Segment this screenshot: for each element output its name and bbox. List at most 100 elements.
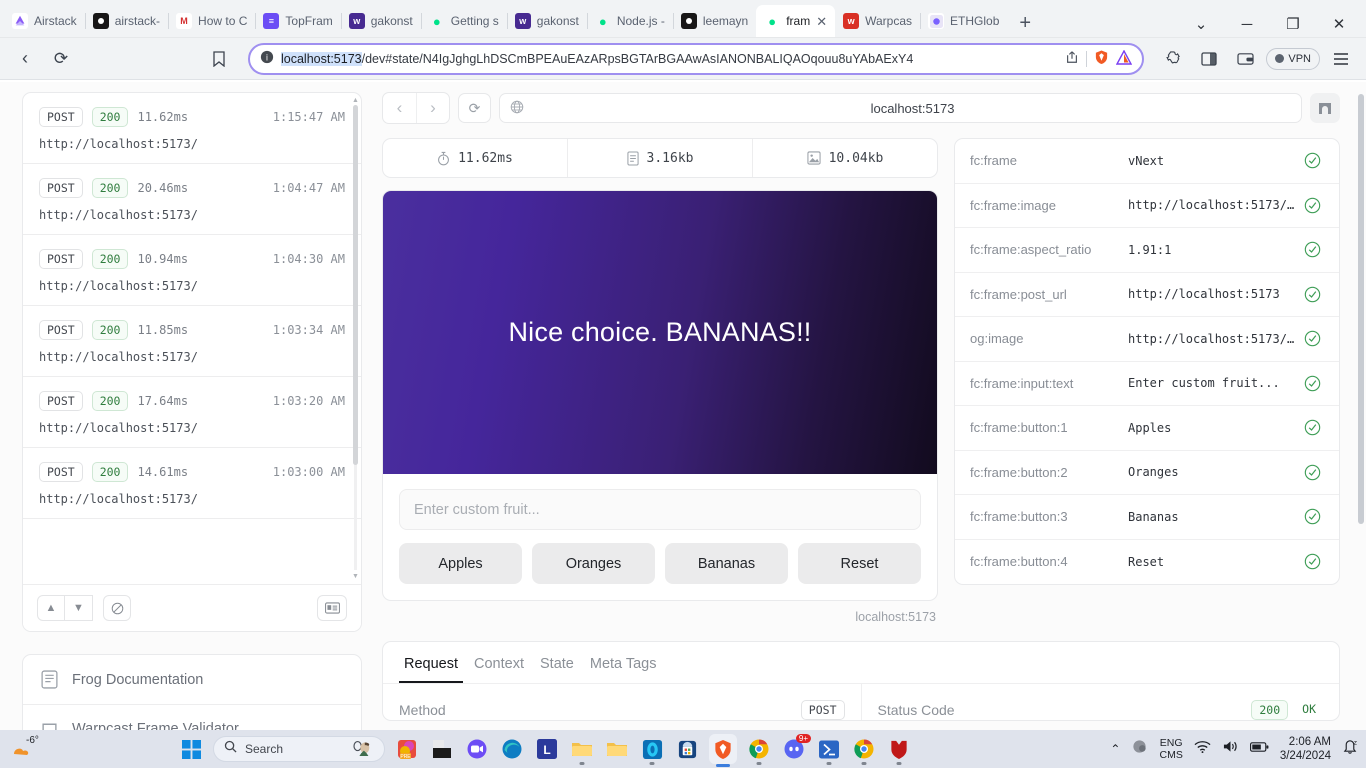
arch-icon[interactable] (1310, 93, 1340, 123)
weather-widget[interactable]: -6° (0, 735, 160, 762)
notification-icon[interactable]: z (1342, 738, 1358, 760)
frame-button-bananas[interactable]: Bananas (665, 543, 788, 584)
frame-reload-button[interactable]: ⟳ (458, 93, 491, 123)
browser-tab[interactable]: w gakonst (340, 5, 421, 37)
browser-tab[interactable]: leemayn (672, 5, 756, 37)
brave-icon[interactable] (709, 734, 737, 767)
request-row[interactable]: POST 200 17.64ms 1:03:20 AM http://local… (23, 377, 361, 448)
copilot-icon[interactable] (352, 738, 374, 761)
browser-tab-active[interactable]: ● fram ✕ (756, 5, 836, 37)
wallet-icon[interactable] (1230, 45, 1260, 73)
address-bar[interactable]: i localhost:5173/dev#state/N4IgJghgLhDSC… (248, 42, 1145, 75)
windows-start-icon[interactable] (178, 736, 204, 762)
tab-state[interactable]: State (535, 656, 579, 683)
language-indicator[interactable]: ENG CMS (1159, 737, 1182, 761)
brave-triangle-icon[interactable] (1116, 49, 1133, 68)
frame-button-reset[interactable]: Reset (798, 543, 921, 584)
tray-overflow-icon[interactable] (1131, 738, 1148, 760)
browser-tab[interactable]: ≡ TopFram (255, 5, 340, 37)
terminal-icon[interactable] (639, 736, 665, 765)
tray-chevron-icon[interactable]: ⌃ (1110, 742, 1120, 756)
search-input[interactable]: Search (213, 736, 385, 762)
meta-value: http://localhost:5173/i… (1128, 198, 1298, 213)
tab-search-icon[interactable]: ⌄ (1178, 15, 1224, 33)
sidebar-icon[interactable] (1194, 45, 1224, 73)
browser-tab[interactable]: airstack- (84, 5, 168, 37)
store-icon[interactable] (674, 736, 700, 762)
request-row[interactable]: POST 200 11.62ms 1:15:47 AM http://local… (23, 93, 361, 164)
request-nav-buttons: ▲ ▼ (37, 595, 93, 621)
link-warpcast-frame-validator[interactable]: Warpcast Frame Validator (23, 705, 361, 730)
clock[interactable]: 2:06 AM 3/24/2024 (1280, 735, 1331, 764)
request-list-scrollbar[interactable]: ▲ ▼ (352, 97, 359, 580)
minimize-button[interactable]: ─ (1224, 16, 1270, 33)
page-scrollbar[interactable] (1356, 82, 1366, 730)
adobe-icon[interactable] (429, 736, 455, 762)
clear-icon[interactable] (103, 595, 131, 621)
metric-value: 3.16kb (646, 150, 694, 166)
tab-meta-tags[interactable]: Meta Tags (585, 656, 662, 683)
maximize-button[interactable]: ❐ (1270, 15, 1316, 33)
browser-tab[interactable]: w gakonst (506, 5, 587, 37)
lastpass-icon[interactable]: L (534, 736, 560, 762)
frame-button-oranges[interactable]: Oranges (532, 543, 655, 584)
hamburger-icon[interactable] (1326, 45, 1356, 73)
edge-icon[interactable] (499, 736, 525, 762)
back-button[interactable]: ‹ (10, 45, 40, 73)
frame-button-apples[interactable]: Apples (399, 543, 522, 584)
request-row[interactable]: POST 200 14.61ms 1:03:00 AM http://local… (23, 448, 361, 519)
bookmark-icon[interactable] (204, 45, 234, 73)
share-icon[interactable] (1065, 50, 1079, 67)
meta-key: og:image (970, 331, 1024, 347)
zoom-icon[interactable] (464, 736, 490, 762)
request-row[interactable]: POST 200 10.94ms 1:04:30 AM http://local… (23, 235, 361, 306)
tab-context[interactable]: Context (469, 656, 529, 683)
details-panel-icon[interactable] (317, 595, 347, 621)
discord-icon[interactable]: 9+ (781, 734, 811, 762)
folder-icon[interactable] (569, 736, 595, 765)
scroll-up-arrow-icon[interactable]: ▲ (352, 97, 359, 104)
volume-icon[interactable] (1222, 739, 1239, 759)
request-list[interactable]: POST 200 11.62ms 1:15:47 AM http://local… (23, 93, 361, 584)
battery-icon[interactable] (1249, 740, 1269, 758)
close-button[interactable]: ✕ (1316, 15, 1362, 33)
scroll-down-arrow-icon[interactable]: ▼ (352, 573, 359, 580)
extensions-button[interactable] (1158, 45, 1188, 73)
wifi-icon[interactable] (1194, 740, 1211, 759)
site-info-icon[interactable]: i (260, 50, 274, 67)
frame-url-bar[interactable]: localhost:5173 (499, 93, 1302, 123)
browser-tab[interactable]: w Warpcas (835, 5, 920, 37)
frame-forward-button[interactable]: › (416, 93, 449, 123)
powerpoint-icon[interactable]: PRE (394, 736, 420, 762)
close-icon[interactable]: ✕ (816, 15, 827, 28)
browser-tab[interactable]: ● Node.js - (586, 5, 673, 37)
tab-request[interactable]: Request (399, 656, 464, 683)
explorer-icon[interactable] (604, 736, 630, 762)
brave-shield-icon[interactable] (1094, 49, 1109, 68)
frame-back-button[interactable]: ‹ (383, 93, 416, 123)
powershell-icon[interactable] (816, 736, 842, 765)
chrome-icon[interactable] (746, 736, 772, 765)
frame-controls: Enter custom fruit... Apples Oranges Ban… (383, 474, 937, 600)
meta-key: fc:frame:image (970, 197, 1056, 213)
browser-tab[interactable]: M How to C (168, 5, 255, 37)
frog-icon: ● (598, 13, 607, 29)
vpn-button[interactable]: VPN (1266, 47, 1320, 70)
reload-button[interactable]: ⟳ (46, 45, 76, 73)
clock-date: 3/24/2024 (1279, 750, 1331, 762)
frame-text-input[interactable]: Enter custom fruit... (399, 489, 921, 530)
browser-tab[interactable]: Airstack (4, 5, 85, 37)
chrome-icon[interactable] (851, 736, 877, 765)
chevron-up-icon[interactable]: ▲ (37, 595, 65, 621)
new-tab-button[interactable]: + (1007, 13, 1043, 37)
request-row[interactable]: POST 200 20.46ms 1:04:47 AM http://local… (23, 164, 361, 235)
chevron-down-icon[interactable]: ▼ (65, 595, 93, 621)
url-text[interactable]: localhost:5173/dev#state/N4IgJghgLhDSCmB… (281, 51, 1058, 66)
request-row[interactable]: POST 200 11.85ms 1:03:34 AM http://local… (23, 306, 361, 377)
mcafee-icon[interactable] (886, 736, 912, 765)
browser-tab[interactable]: ETHGlob (920, 5, 1007, 37)
browser-tab[interactable]: ● Getting s (420, 5, 507, 37)
page-scrollbar-thumb[interactable] (1358, 94, 1364, 524)
link-frog-documentation[interactable]: Frog Documentation (23, 655, 361, 705)
scrollbar-thumb[interactable] (353, 105, 358, 465)
